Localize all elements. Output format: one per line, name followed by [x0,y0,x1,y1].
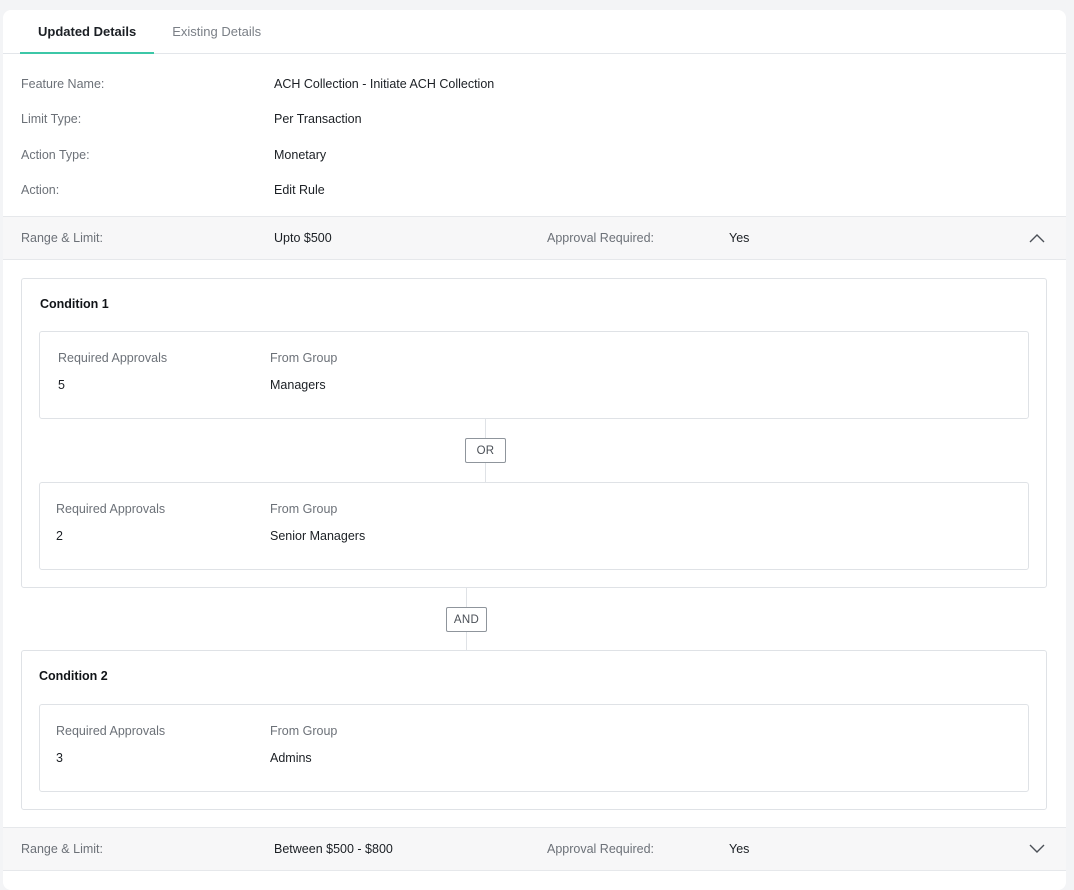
detail-value: Monetary [274,147,327,162]
detail-row-action: Action: Edit Rule [3,173,1066,209]
condition-1: Condition 1 Required Approvals From Grou… [21,278,1047,588]
detail-label: Action: [21,183,60,198]
detail-label: Limit Type: [21,112,82,127]
required-approvals-value: 2 [56,529,63,543]
range-label: Range & Limit: [21,231,103,245]
detail-label: Action Type: [21,147,90,162]
required-approvals-header: Required Approvals [56,502,166,516]
approval-group: Required Approvals From Group 3 Admins [39,704,1029,792]
approval-required-value: Yes [729,842,750,856]
conditions-panel: Condition 1 Required Approvals From Grou… [3,260,1066,827]
detail-label: Feature Name: [21,76,105,91]
approval-rule-card: Updated Details Existing Details Feature… [3,10,1066,890]
detail-row-feature-name: Feature Name: ACH Collection - Initiate … [3,66,1066,102]
approval-required-label: Approval Required: [547,842,655,856]
range-row-upto-500[interactable]: Range & Limit: Upto $500 Approval Requir… [3,216,1066,260]
or-connector-badge: OR [465,438,506,463]
and-connector-badge: AND [446,607,487,632]
required-approvals-header: Required Approvals [58,351,168,365]
detail-value: Per Transaction [274,112,362,127]
chevron-down-icon[interactable] [1028,840,1046,858]
required-approvals-value: 3 [56,751,63,765]
range-row-500-800[interactable]: Range & Limit: Between $500 - $800 Appro… [3,827,1066,871]
feature-details: Feature Name: ACH Collection - Initiate … [3,54,1066,208]
from-group-value: Admins [270,751,312,765]
approval-group: Required Approvals From Group 2 Senior M… [39,482,1029,570]
from-group-value: Managers [270,378,326,392]
approval-required-label: Approval Required: [547,231,655,245]
condition-2: Condition 2 Required Approvals From Grou… [21,650,1047,810]
detail-row-limit-type: Limit Type: Per Transaction [3,102,1066,138]
approval-group: Required Approvals From Group 5 Managers [39,331,1029,419]
from-group-header: From Group [270,351,338,365]
range-label: Range & Limit: [21,842,103,856]
tab-bar: Updated Details Existing Details [3,10,1066,54]
condition-title: Condition 2 [39,669,108,683]
tab-updated-details[interactable]: Updated Details [20,10,155,54]
approval-required-value: Yes [729,231,750,245]
required-approvals-value: 5 [58,378,65,392]
condition-title: Condition 1 [40,297,109,311]
detail-value: Edit Rule [274,183,325,198]
from-group-header: From Group [270,502,338,516]
range-value: Upto $500 [274,231,332,245]
from-group-value: Senior Managers [270,529,366,543]
detail-row-action-type: Action Type: Monetary [3,137,1066,173]
detail-value: ACH Collection - Initiate ACH Collection [274,76,495,91]
range-value: Between $500 - $800 [274,842,393,856]
chevron-up-icon[interactable] [1028,229,1046,247]
from-group-header: From Group [270,724,338,738]
required-approvals-header: Required Approvals [56,724,166,738]
tab-existing-details[interactable]: Existing Details [154,10,279,53]
